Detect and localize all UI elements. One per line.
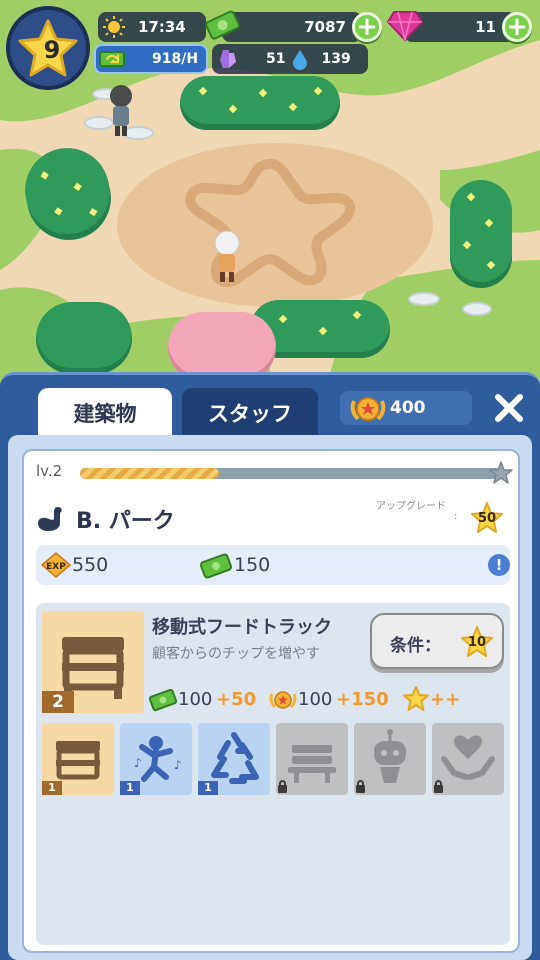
cash-icon: [199, 553, 233, 579]
upgrade-item-box: 2 移動式フードトラック 顧客からのチップを増やす 条件： 10 100 +50…: [36, 603, 510, 945]
reward-medal-bonus: +150: [336, 689, 389, 710]
star-icon: [403, 686, 429, 711]
building-card: lv.2 B. パーク アップグレード : 50 EXP 550 150 ! 2…: [22, 449, 520, 953]
stepping-stone: [462, 302, 492, 316]
hedge-bush: [450, 180, 512, 288]
sun-icon: [103, 16, 125, 38]
medal-icon: [350, 397, 386, 421]
resource-display: 51 139: [212, 44, 368, 74]
close-icon[interactable]: [492, 391, 526, 425]
slot-bench-locked[interactable]: [276, 723, 348, 795]
item-description: 顧客からのチップを増やす: [152, 646, 320, 662]
heart-hands-icon: [441, 735, 495, 780]
player-level-badge[interactable]: 9: [6, 6, 90, 90]
tree-bush: [36, 302, 132, 374]
hedge-bush: [180, 76, 340, 130]
level-progress-fill: [80, 468, 220, 479]
reward-star-bonus: ++: [430, 689, 461, 710]
add-money-button[interactable]: +: [352, 12, 382, 42]
water-drop-icon: [293, 50, 308, 70]
visitor-character[interactable]: [106, 84, 136, 138]
exp-icon: EXP: [40, 552, 72, 578]
tab-buildings[interactable]: 建築物: [38, 388, 172, 438]
slot-level-badge: 1: [42, 781, 62, 795]
robot-icon: [374, 729, 406, 783]
slot-dancer[interactable]: ♪ ♪ 1: [120, 723, 192, 795]
gem-value: 11: [475, 18, 496, 36]
income-rate-display[interactable]: 918/H: [94, 44, 208, 74]
medal-value: 400: [390, 398, 426, 418]
svg-text:♪: ♪: [134, 756, 142, 770]
level-progress-bar: [80, 468, 502, 479]
info-icon[interactable]: !: [488, 554, 510, 576]
tab-buildings-label: 建築物: [73, 402, 137, 426]
food-truck-thumbnail[interactable]: 2: [42, 611, 144, 713]
svg-text:♪: ♪: [174, 758, 182, 772]
income-rate-value: 918/H: [152, 51, 199, 67]
slot-level-badge: 1: [120, 781, 140, 795]
crystal-value: 51: [266, 51, 286, 67]
slot-level-badge: 1: [198, 781, 218, 795]
upgrade-cost-star: 50: [470, 501, 504, 535]
lock-icon: [278, 780, 287, 793]
time-display: 17:34: [98, 12, 206, 42]
reward-medal-value: 100: [298, 689, 333, 710]
time-value: 17:34: [138, 18, 186, 36]
money-value: 7087: [304, 18, 346, 36]
medal-icon: [269, 691, 297, 709]
crystal-icon: [220, 50, 236, 68]
slot-robot-locked[interactable]: [354, 723, 426, 795]
player-level-value: 9: [43, 36, 61, 64]
exp-value: 550: [72, 554, 109, 576]
medal-counter: 400: [340, 391, 472, 425]
progress-star-icon: [489, 461, 513, 484]
building-panel: 建築物 スタッフ 400 lv.2 B. パーク アップグレード: 50 EX…: [0, 372, 540, 960]
gem-icon: [387, 11, 423, 41]
building-type-icon: [38, 507, 62, 531]
stepping-stone: [408, 292, 440, 306]
water-value: 139: [321, 51, 351, 67]
add-gem-button[interactable]: +: [502, 12, 532, 42]
upgrade-colon: :: [454, 511, 458, 522]
item-level-badge: 2: [42, 691, 74, 713]
upgrade-label: アップグレード: [376, 501, 446, 512]
income-cash-icon: [99, 51, 125, 67]
cash-icon: [148, 688, 178, 712]
elderly-visitor-character[interactable]: [210, 230, 244, 284]
slot-food-truck[interactable]: 1: [42, 723, 114, 795]
lock-icon: [356, 780, 365, 793]
building-name: B. パーク: [76, 509, 175, 534]
tab-staff[interactable]: スタッフ: [182, 388, 318, 438]
svg-text:EXP: EXP: [46, 562, 66, 572]
condition-level-star: 10: [460, 625, 494, 659]
condition-button[interactable]: 条件： 10: [370, 613, 504, 669]
building-stats-row: EXP 550 150 !: [36, 545, 510, 585]
condition-label: 条件：: [390, 636, 441, 656]
tab-staff-label: スタッフ: [208, 402, 292, 426]
money-display: 7087: [222, 12, 362, 42]
money-yield-value: 150: [234, 554, 271, 576]
condition-level-value: 10: [467, 635, 487, 650]
lock-icon: [434, 780, 443, 793]
upgrade-cost-value: 50: [477, 511, 497, 526]
reward-money-value: 100: [178, 689, 213, 710]
reward-money-bonus: +50: [216, 689, 257, 710]
slot-recycle[interactable]: 1: [198, 723, 270, 795]
bench-icon: [288, 745, 336, 783]
slot-heart-hands-locked[interactable]: [432, 723, 504, 795]
item-title: 移動式フードトラック: [152, 617, 332, 638]
panel-content: lv.2 B. パーク アップグレード : 50 EXP 550 150 ! 2…: [8, 435, 532, 960]
building-level-label: lv.2: [36, 462, 63, 480]
cash-icon: [205, 10, 240, 40]
